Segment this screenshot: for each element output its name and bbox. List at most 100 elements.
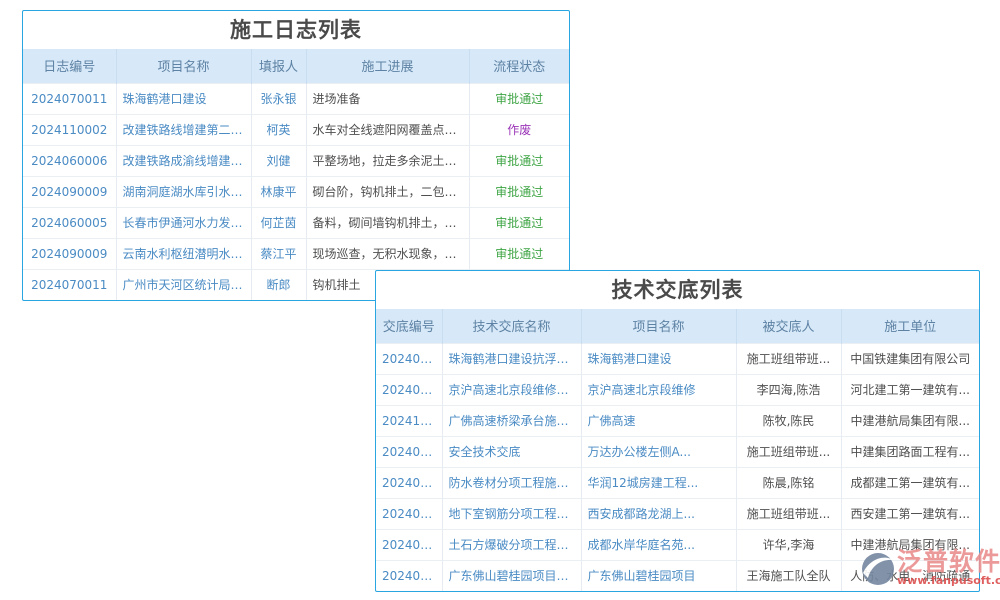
disclosure-receiver-text: 许华,李海 (736, 529, 841, 560)
disclosure-id-link[interactable]: 2024010002 (376, 529, 442, 560)
construction-log-table: 日志编号 项目名称 填报人 施工进展 流程状态 2024070011珠海鹤港口建… (23, 49, 569, 300)
disclosure-name-link[interactable]: 安全技术交底 (442, 436, 581, 467)
construction-log-title: 施工日志列表 (23, 11, 569, 49)
log-table-row: 2024070011珠海鹤港口建设张永银进场准备审批通过 (23, 83, 569, 114)
disclosure-id-link[interactable]: 2024010002 (376, 498, 442, 529)
disclosure-receiver-text: 王海施工队全队 (736, 560, 841, 591)
disclosure-name-link[interactable]: 土石方爆破分项工程施工... (442, 529, 581, 560)
log-id-link[interactable]: 2024070011 (23, 83, 116, 114)
disclosure-project-link[interactable]: 西安成都路龙湖上... (581, 498, 736, 529)
log-table-row: 2024060006改建铁路成渝线增建第二...刘健平整场地，拉走多余泥土15.… (23, 145, 569, 176)
fanpu-url-text: www.fanpusoft.com (897, 575, 1000, 587)
log-reporter-link[interactable]: 何芷茵 (251, 207, 306, 238)
disclosure-unit-text: 中国铁建集团有限公司 (841, 343, 979, 374)
disclosure-project-link[interactable]: 珠海鹤港口建设 (581, 343, 736, 374)
disclosure-unit-text: 河北建工第一建筑有... (841, 374, 979, 405)
log-id-link[interactable]: 2024060005 (23, 207, 116, 238)
log-reporter-link[interactable]: 林康平 (251, 176, 306, 207)
disclosure-name-link[interactable]: 防水卷材分项工程施工技... (442, 467, 581, 498)
disclosure-project-link[interactable]: 京沪高速北京段维修 (581, 374, 736, 405)
log-status-link[interactable]: 审批通过 (469, 207, 569, 238)
disclosure-col-header-id: 交底编号 (376, 309, 442, 343)
disclosure-project-link[interactable]: 成都水岸华庭名苑... (581, 529, 736, 560)
disclosure-id-link[interactable]: 2024010003 (376, 436, 442, 467)
log-project-link[interactable]: 改建铁路线增建第二线直... (116, 114, 251, 145)
log-progress-text: 现场巡查，无积水现象，水... (306, 238, 469, 269)
disclosure-name-link[interactable]: 地下室钢筋分项工程施工... (442, 498, 581, 529)
log-col-header-progress: 施工进展 (306, 49, 469, 83)
disclosure-id-link[interactable]: 2024010003 (376, 343, 442, 374)
disclosure-unit-text: 中建集团路面工程有... (841, 436, 979, 467)
fanpu-watermark-text: 泛普软件 www.fanpusoft.com (897, 549, 1000, 587)
log-progress-text: 进场准备 (306, 83, 469, 114)
disclosure-unit-text: 西安建工第一建筑有... (841, 498, 979, 529)
disclosure-id-link[interactable]: 2024010001 (376, 560, 442, 591)
log-project-link[interactable]: 湖南洞庭湖水库引水工程... (116, 176, 251, 207)
fanpu-brand-text: 泛普软件 (897, 549, 1000, 575)
disclosure-project-link[interactable]: 广佛高速 (581, 405, 736, 436)
log-project-link[interactable]: 广州市天河区统计局机房... (116, 269, 251, 300)
disclosure-id-link[interactable]: 2024110001 (376, 405, 442, 436)
disclosure-table-row: 2024010003珠海鹤港口建设抗浮锚杆...珠海鹤港口建设施工班组带班...… (376, 343, 979, 374)
disclosure-table-row: 2024040001防水卷材分项工程施工技...华润12城房建工程...陈晨,陈… (376, 467, 979, 498)
log-id-link[interactable]: 2024070011 (23, 269, 116, 300)
log-col-header-project: 项目名称 (116, 49, 251, 83)
technical-disclosure-title: 技术交底列表 (376, 271, 979, 309)
log-reporter-link[interactable]: 断郎 (251, 269, 306, 300)
disclosure-col-header-project: 项目名称 (581, 309, 736, 343)
log-reporter-link[interactable]: 张永银 (251, 83, 306, 114)
log-progress-text: 备料，砌间墙钩机排土，瓦... (306, 207, 469, 238)
disclosure-col-header-receiver: 被交底人 (736, 309, 841, 343)
log-col-header-id: 日志编号 (23, 49, 116, 83)
disclosure-receiver-text: 施工班组带班... (736, 436, 841, 467)
fanpu-logo-icon (861, 552, 895, 586)
disclosure-receiver-text: 施工班组带班... (736, 343, 841, 374)
log-project-link[interactable]: 长春市伊通河水力发电厂... (116, 207, 251, 238)
log-progress-text: 砌台阶，钩机排土，二包砌... (306, 176, 469, 207)
construction-log-panel: 施工日志列表 日志编号 项目名称 填报人 施工进展 流程状态 202407001… (22, 10, 570, 301)
log-table-row: 2024060005长春市伊通河水力发电厂...何芷茵备料，砌间墙钩机排土，瓦.… (23, 207, 569, 238)
disclosure-name-link[interactable]: 广东佛山碧桂园项目人防... (442, 560, 581, 591)
technical-disclosure-panel: 技术交底列表 交底编号 技术交底名称 项目名称 被交底人 施工单位 202401… (375, 270, 980, 592)
log-table-row: 2024090009云南水利枢纽潜明水库一...蔡江平现场巡查，无积水现象，水.… (23, 238, 569, 269)
log-status-link[interactable]: 审批通过 (469, 83, 569, 114)
log-status-link[interactable]: 审批通过 (469, 145, 569, 176)
log-table-row: 2024110002改建铁路线增建第二线直...柯英水车对全线遮阳网覆盖点进..… (23, 114, 569, 145)
log-reporter-link[interactable]: 刘健 (251, 145, 306, 176)
log-project-link[interactable]: 珠海鹤港口建设 (116, 83, 251, 114)
log-progress-text: 水车对全线遮阳网覆盖点进... (306, 114, 469, 145)
disclosure-name-link[interactable]: 珠海鹤港口建设抗浮锚杆... (442, 343, 581, 374)
disclosure-id-link[interactable]: 2024010004 (376, 374, 442, 405)
fanpu-watermark: 泛普软件 www.fanpusoft.com (861, 549, 1000, 587)
log-project-link[interactable]: 改建铁路成渝线增建第二... (116, 145, 251, 176)
log-status-link[interactable]: 作废 (469, 114, 569, 145)
disclosure-unit-text: 成都建工第一建筑有... (841, 467, 979, 498)
log-progress-text: 平整场地，拉走多余泥土15... (306, 145, 469, 176)
log-id-link[interactable]: 2024090009 (23, 176, 116, 207)
disclosure-project-link[interactable]: 广东佛山碧桂园项目 (581, 560, 736, 591)
log-reporter-link[interactable]: 蔡江平 (251, 238, 306, 269)
log-id-link[interactable]: 2024060006 (23, 145, 116, 176)
log-col-header-status: 流程状态 (469, 49, 569, 83)
disclosure-col-header-unit: 施工单位 (841, 309, 979, 343)
disclosure-project-link[interactable]: 万达办公楼左侧A... (581, 436, 736, 467)
log-id-link[interactable]: 2024110002 (23, 114, 116, 145)
log-reporter-link[interactable]: 柯英 (251, 114, 306, 145)
log-header-row: 日志编号 项目名称 填报人 施工进展 流程状态 (23, 49, 569, 83)
disclosure-name-link[interactable]: 广佛高速桥梁承台施工技... (442, 405, 581, 436)
disclosure-table-row: 2024010004京沪高速北京段维修桩帽...京沪高速北京段维修李四海,陈浩河… (376, 374, 979, 405)
disclosure-project-link[interactable]: 华润12城房建工程... (581, 467, 736, 498)
log-status-link[interactable]: 审批通过 (469, 238, 569, 269)
disclosure-table-row: 2024110001广佛高速桥梁承台施工技...广佛高速陈牧,陈民中建港航局集团… (376, 405, 979, 436)
log-id-link[interactable]: 2024090009 (23, 238, 116, 269)
log-col-header-reporter: 填报人 (251, 49, 306, 83)
disclosure-receiver-text: 李四海,陈浩 (736, 374, 841, 405)
disclosure-name-link[interactable]: 京沪高速北京段维修桩帽... (442, 374, 581, 405)
log-status-link[interactable]: 审批通过 (469, 176, 569, 207)
disclosure-table-row: 2024010002地下室钢筋分项工程施工...西安成都路龙湖上...施工班组带… (376, 498, 979, 529)
disclosure-receiver-text: 陈晨,陈铭 (736, 467, 841, 498)
disclosure-receiver-text: 施工班组带班... (736, 498, 841, 529)
disclosure-table-row: 2024010003安全技术交底万达办公楼左侧A...施工班组带班...中建集团… (376, 436, 979, 467)
log-project-link[interactable]: 云南水利枢纽潜明水库一... (116, 238, 251, 269)
disclosure-id-link[interactable]: 2024040001 (376, 467, 442, 498)
